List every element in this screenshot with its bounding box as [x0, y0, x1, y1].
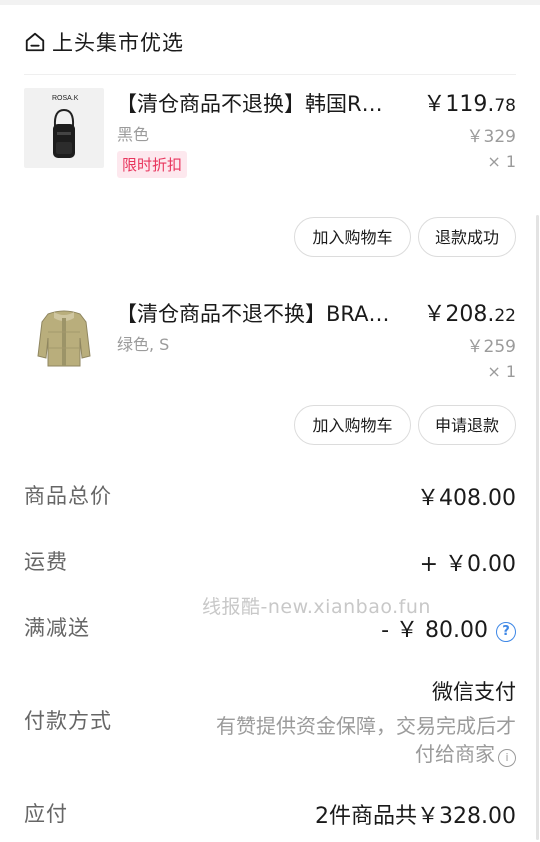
info-icon[interactable]: i	[498, 749, 516, 767]
total-price-row: 商品总价 ￥408.00	[24, 480, 516, 511]
watermark: 线报酷-new.xianbao.fun	[202, 596, 431, 618]
request-refund-button[interactable]: 申请退款	[418, 405, 516, 445]
add-to-cart-button[interactable]: 加入购物车	[294, 405, 411, 445]
product-thumbnail[interactable]: ROSA.K	[24, 88, 104, 168]
product-price: ￥119.78	[423, 90, 516, 121]
shipping-label: 运费	[24, 550, 68, 574]
payment-note-line2: 付给商家	[415, 742, 495, 766]
shop-icon	[25, 32, 45, 52]
product-sku: 黑色	[117, 125, 150, 144]
amount-due-value: 2件商品共￥328.00	[315, 804, 516, 829]
price-integer: ￥119.	[423, 92, 495, 117]
payment-method: 微信支付	[432, 680, 516, 704]
shipping-value: + ￥0.00	[419, 552, 516, 577]
price-decimal: 22	[494, 306, 516, 326]
shop-header[interactable]: 上头集市优选	[24, 26, 184, 58]
discount-label: 满减送	[24, 616, 90, 640]
order-item: 【清仓商品不退不换】BRA… ￥208.22 绿色, S ￥259 × 1 加入…	[24, 298, 516, 453]
product-quantity: × 1	[487, 362, 516, 381]
top-strip	[0, 0, 540, 5]
refund-success-button[interactable]: 退款成功	[418, 217, 516, 257]
jacket-image	[37, 310, 91, 367]
product-title[interactable]: 【清仓商品不退不换】BRA…	[116, 298, 426, 330]
payment-label: 付款方式	[24, 709, 112, 733]
product-price: ￥208.22	[423, 300, 516, 331]
discount-value: - ￥ 80.00	[381, 618, 488, 643]
backpack-image	[53, 108, 75, 158]
shipping-row: 运费 + ￥0.00	[24, 546, 516, 577]
total-price-label: 商品总价	[24, 484, 112, 508]
price-decimal: 78	[494, 96, 516, 116]
amount-due-label: 应付	[24, 802, 68, 826]
price-integer: ￥208.	[423, 302, 495, 327]
amount-due-row: 应付 2件商品共￥328.00	[24, 798, 516, 829]
product-sku: 绿色, S	[117, 335, 170, 354]
order-item: ROSA.K 【清仓商品不退换】韩国R… ￥119.78 黑色 ￥329 限时折…	[24, 88, 516, 263]
original-price: ￥259	[466, 337, 516, 357]
product-thumbnail[interactable]	[24, 298, 104, 378]
add-to-cart-button[interactable]: 加入购物车	[294, 217, 411, 257]
payment-note-line2-wrap: 付给商家 i	[415, 738, 516, 767]
shop-name: 上头集市优选	[52, 31, 184, 55]
original-price: ￥329	[466, 127, 516, 147]
payment-note-line1: 有赞提供资金保障，交易完成后才	[216, 714, 516, 738]
help-icon[interactable]: ?	[496, 622, 516, 642]
product-title[interactable]: 【清仓商品不退换】韩国R…	[116, 88, 426, 120]
discount-tag: 限时折扣	[117, 151, 188, 178]
scrollbar[interactable]	[536, 215, 539, 840]
header-divider	[24, 74, 516, 75]
product-quantity: × 1	[487, 152, 516, 171]
total-price-value: ￥408.00	[417, 486, 516, 511]
payment-row: 付款方式 微信支付 有赞提供资金保障，交易完成后才 付给商家 i	[24, 676, 516, 767]
